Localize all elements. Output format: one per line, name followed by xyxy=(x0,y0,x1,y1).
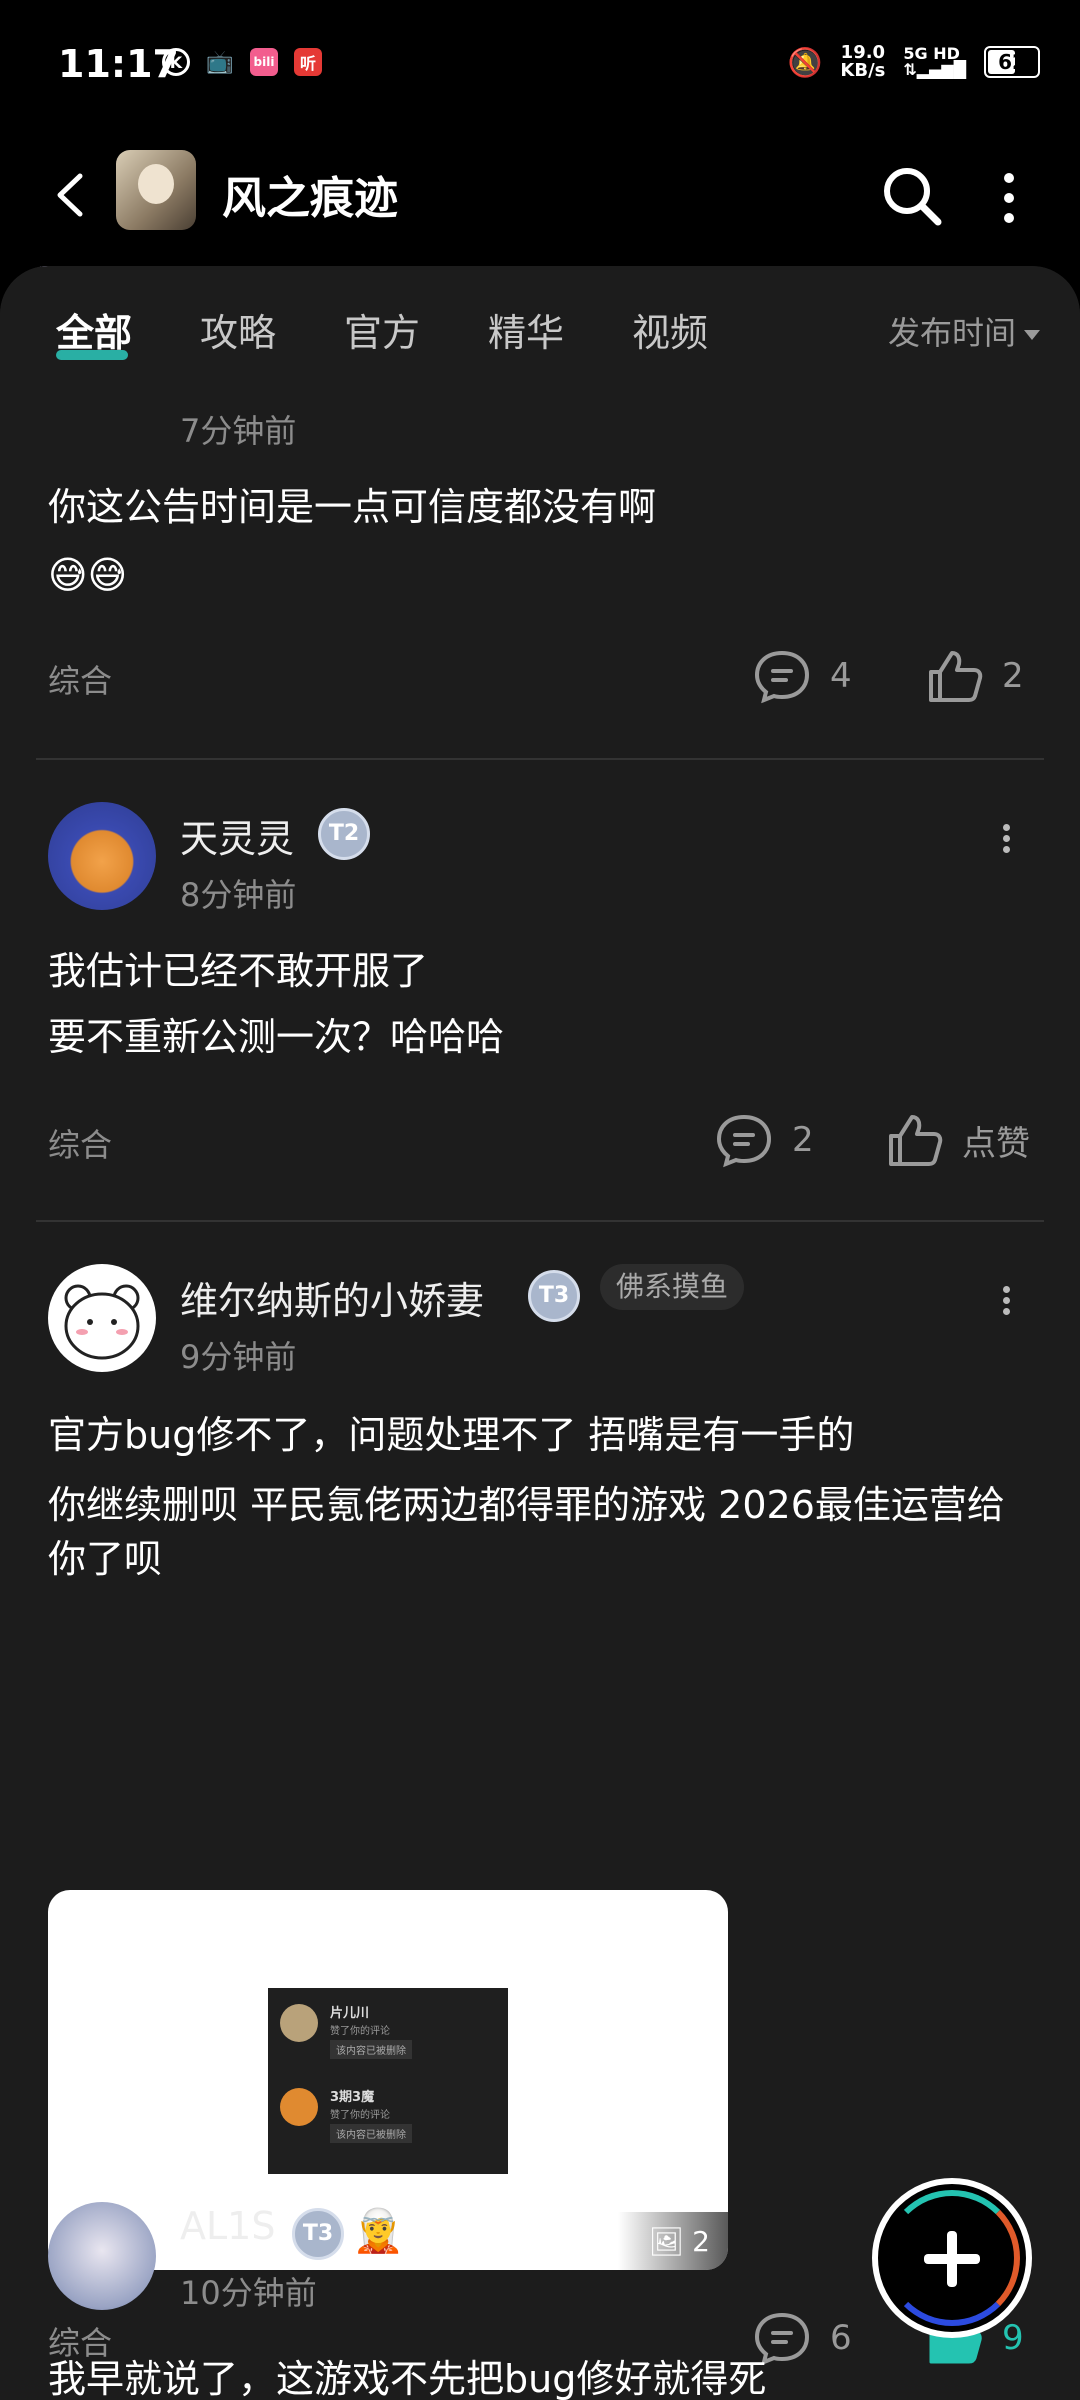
level-badge: T3 xyxy=(528,1270,580,1322)
screenshot-preview: 片儿川 赞了你的评论 该内容已被删除 3期3魔 赞了你的评论 该内容已被删除 xyxy=(268,1988,508,2174)
search-icon[interactable] xyxy=(880,164,944,228)
character-badge-icon: 🧝 xyxy=(352,2206,405,2255)
avatar[interactable] xyxy=(48,2202,156,2310)
header: 风之痕迹 xyxy=(0,130,1080,260)
post-time: 7分钟前 xyxy=(180,412,297,450)
image-count-badge: 🖼 2 xyxy=(618,2212,728,2270)
image-count: 2 xyxy=(692,2224,710,2258)
screenshot-name: 片儿川 xyxy=(330,2006,370,2021)
screenshot-row: 3期3魔 赞了你的评论 该内容已被删除 xyxy=(280,2082,500,2162)
screenshot-chip: 该内容已被删除 xyxy=(330,2124,412,2143)
screenshot-sub: 赞了你的评论 xyxy=(330,2110,390,2121)
tab-bar: 全部 攻略 官方 精华 视频 发布时间 xyxy=(0,266,1080,376)
post-time: 9分钟前 xyxy=(180,1338,297,1376)
level-number: 3 xyxy=(317,2221,334,2246)
level-number: 3 xyxy=(553,1283,570,1308)
comment-count: 2 xyxy=(792,1120,814,1160)
bell-off-icon: 🔕 xyxy=(787,45,823,79)
notification-icons: K 📺 bili 听 xyxy=(162,48,322,76)
game-icon-art xyxy=(138,164,174,204)
username[interactable]: 维尔纳斯的小娇妻 xyxy=(180,1270,484,1325)
post-category[interactable]: 综合 xyxy=(48,656,112,702)
status-bar: 11:17 K 📺 bili 听 🔕 19.0 KB/s 5G HD ⇅▂▄▆█… xyxy=(0,0,1080,130)
post-time: 10分钟前 xyxy=(180,2274,317,2312)
net-speed-unit: KB/s xyxy=(840,60,886,81)
like-count: 2 xyxy=(1002,656,1024,696)
username[interactable]: 天灵灵 xyxy=(180,808,294,863)
post-text-line: 你这公告时间是一点可信度都没有啊 xyxy=(48,485,657,529)
screenshot-avatar xyxy=(280,2088,318,2126)
post-more-icon[interactable] xyxy=(998,820,1014,860)
post-text-line: 你继续删呗 平民氪佬两边都得罪的游戏 2026最佳运营给你了呗 xyxy=(48,1483,1005,1581)
avatar-bear-art xyxy=(64,1284,140,1360)
signal-bars-icon: ⇅▂▄▆█ xyxy=(903,60,966,79)
tab-guides[interactable]: 攻略 xyxy=(200,302,276,357)
avatar[interactable] xyxy=(48,1264,156,1372)
like-button[interactable]: 点赞 xyxy=(886,1112,1030,1168)
battery-level: 62 xyxy=(998,50,1026,74)
back-arrow-icon[interactable] xyxy=(50,170,90,220)
tab-all[interactable]: 全部 xyxy=(56,302,132,357)
divider xyxy=(36,758,1044,760)
tab-official[interactable]: 官方 xyxy=(344,302,420,357)
post-emoji-line: 😅😅 xyxy=(48,553,128,597)
app-k-icon: K xyxy=(162,48,190,76)
like-label: 点赞 xyxy=(962,1123,1030,1164)
screenshot-name: 3期3魔 xyxy=(330,2090,375,2105)
level-badge: T2 xyxy=(318,808,370,860)
battery-icon: 62 xyxy=(984,46,1040,78)
content-panel: 7分钟前 你这公告时间是一点可信度都没有啊 😅😅 综合 4 2 全部 攻略 官方… xyxy=(0,266,1080,2400)
comment-button[interactable]: 4 xyxy=(752,648,852,704)
sort-dropdown[interactable]: 发布时间 xyxy=(888,308,1040,354)
thumbs-up-icon xyxy=(889,1115,943,1166)
page-title: 风之痕迹 xyxy=(222,173,398,224)
post-time: 8分钟前 xyxy=(180,876,297,914)
post-text-line: 官方bug修不了，问题处理不了 捂嘴是有一手的 xyxy=(48,1413,855,1457)
like-button[interactable]: 2 xyxy=(926,648,1024,704)
level-badge: T3 xyxy=(292,2208,344,2260)
comment-count: 4 xyxy=(830,656,852,696)
create-post-button[interactable] xyxy=(872,2178,1032,2338)
tab-featured[interactable]: 精华 xyxy=(488,302,564,357)
screenshot-sub: 赞了你的评论 xyxy=(330,2026,390,2037)
tab-underline xyxy=(56,350,128,360)
net-speed: 19.0 KB/s xyxy=(840,44,885,80)
screenshot-avatar xyxy=(280,2004,318,2042)
comment-icon xyxy=(716,1114,772,1168)
tv-icon: 📺 xyxy=(206,49,234,75)
post-category[interactable]: 综合 xyxy=(48,1120,112,1166)
screenshot-chip: 该内容已被删除 xyxy=(330,2040,412,2059)
screenshot-row: 片儿川 赞了你的评论 该内容已被删除 xyxy=(280,1998,500,2078)
more-vertical-icon[interactable] xyxy=(994,170,1024,226)
image-icon: 🖼 xyxy=(648,2224,685,2258)
avatar[interactable] xyxy=(48,802,156,910)
tab-video[interactable]: 视频 xyxy=(632,302,708,357)
status-right: 🔕 19.0 KB/s 5G HD ⇅▂▄▆█ 62 xyxy=(788,44,1040,80)
level-number: 2 xyxy=(343,821,360,846)
thumbs-up-icon xyxy=(929,651,983,702)
game-icon[interactable] xyxy=(116,150,196,230)
user-tag: 佛系摸鱼 xyxy=(600,1264,745,1310)
comment-icon xyxy=(754,650,810,704)
post-text-line: 我估计已经不敢开服了 xyxy=(48,949,429,993)
post-text-line: 我早就说了，这游戏不先把bug修好就得死 xyxy=(48,2357,767,2400)
username[interactable]: AL1S xyxy=(180,2204,275,2248)
status-time: 11:17 xyxy=(58,42,179,86)
sort-label: 发布时间 xyxy=(887,314,1016,352)
plus-icon-vertical xyxy=(947,2231,957,2287)
post-more-icon[interactable] xyxy=(998,1282,1014,1322)
bilibili-icon: bili xyxy=(250,48,278,76)
comment-button[interactable]: 2 xyxy=(714,1112,814,1168)
signal-indicator: 5G HD ⇅▂▄▆█ xyxy=(903,46,966,78)
post-text-line: 要不重新公测一次？哈哈哈 xyxy=(48,1015,505,1059)
caret-down-icon xyxy=(1024,330,1040,340)
divider xyxy=(36,1220,1044,1222)
listen-icon: 听 xyxy=(294,48,322,76)
